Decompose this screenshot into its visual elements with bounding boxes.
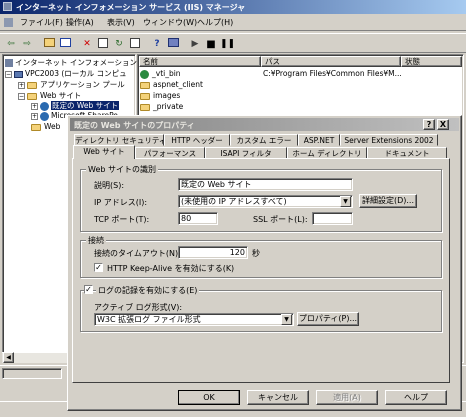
- stop-icon[interactable]: ■: [204, 38, 218, 51]
- tab-web-site[interactable]: Web サイト: [73, 145, 135, 159]
- dialog-help-button[interactable]: ?: [423, 119, 435, 130]
- ip-address-label: IP アドレス(I):: [94, 198, 148, 207]
- log-format-label: アクティブ ログ形式(V):: [94, 303, 183, 312]
- menu-view[interactable]: 表示(V): [107, 17, 135, 28]
- web-folder-icon: [140, 69, 149, 79]
- chevron-down-icon[interactable]: ▼: [281, 314, 292, 325]
- console-icon[interactable]: [166, 38, 180, 51]
- menu-action[interactable]: 操作(A): [66, 17, 94, 28]
- main-window-title: インターネット インフォメーション サービス (IIS) マネージャ: [16, 3, 246, 12]
- keepalive-label: HTTP Keep-Alive を有効にする(K): [107, 264, 235, 273]
- menu-window[interactable]: ウィンドウ(W): [143, 17, 197, 28]
- menu-icon[interactable]: [4, 18, 13, 27]
- enable-logging-label: ログの記録を有効にする(E): [96, 285, 200, 296]
- keepalive-checkbox[interactable]: ✓: [94, 263, 103, 272]
- tab-aspnet[interactable]: ASP.NET: [298, 134, 340, 146]
- ssl-port-label: SSL ポート(L):: [253, 215, 308, 224]
- timeout-unit: 秒: [252, 249, 260, 258]
- tree-computer[interactable]: − VPC2003 (ローカル コンピュ: [5, 68, 127, 79]
- properties-icon[interactable]: [96, 38, 110, 51]
- folder-icon: [31, 123, 41, 131]
- list-item-path: C:¥Program Files¥Common Files¥M...: [263, 69, 402, 78]
- list-header-status[interactable]: 状態: [401, 56, 462, 67]
- chevron-down-icon[interactable]: ▼: [340, 196, 351, 207]
- timeout-input[interactable]: 120: [178, 246, 248, 259]
- tab-custom-errors[interactable]: カスタム エラー: [230, 134, 298, 146]
- menu-file[interactable]: ファイル(F): [20, 17, 63, 28]
- log-format-select[interactable]: W3C 拡張ログ ファイル形式 ▼: [94, 313, 294, 326]
- description-label: 説明(S):: [94, 181, 125, 190]
- dialog-close-button[interactable]: X: [437, 119, 449, 130]
- list-item[interactable]: images: [140, 91, 180, 100]
- timeout-label: 接続のタイムアウト(N):: [94, 249, 181, 258]
- list-item[interactable]: _vti_bin: [140, 69, 181, 79]
- main-title-bar: インターネット インフォメーション サービス (IIS) マネージャ: [0, 0, 466, 14]
- list-item[interactable]: aspnet_client: [140, 80, 203, 89]
- ip-address-select[interactable]: (未使用の IP アドレスすべて) ▼: [178, 195, 353, 208]
- folder-icon: [140, 103, 150, 111]
- export-icon[interactable]: [128, 38, 142, 51]
- apply-button[interactable]: 適用(A): [316, 390, 378, 405]
- up-folder-icon[interactable]: [42, 38, 56, 51]
- globe-icon: [40, 111, 49, 121]
- play-icon[interactable]: ▶: [188, 38, 202, 51]
- collapse-icon[interactable]: −: [5, 70, 12, 78]
- expand-icon[interactable]: +: [18, 81, 25, 89]
- list-header-name[interactable]: 名前: [139, 56, 261, 67]
- globe-icon: [40, 101, 49, 111]
- back-arrow-icon[interactable]: ⇦: [4, 38, 18, 51]
- help-button[interactable]: ヘルプ: [385, 390, 447, 405]
- tcp-port-input[interactable]: 80: [178, 212, 218, 225]
- iis-root-icon: [5, 59, 13, 67]
- tab-server-extensions[interactable]: Server Extensions 2002: [340, 134, 438, 146]
- refresh-icon[interactable]: ↻: [112, 38, 126, 51]
- expand-icon[interactable]: +: [31, 102, 38, 110]
- status-cell: [2, 368, 62, 379]
- ssl-port-input[interactable]: [312, 212, 353, 225]
- show-tree-icon[interactable]: [58, 38, 72, 51]
- tree-default-site[interactable]: + 既定の Web サイト: [31, 100, 120, 111]
- folder-icon: [27, 81, 37, 89]
- description-input[interactable]: 既定の Web サイト: [178, 178, 353, 191]
- list-item[interactable]: _private: [140, 102, 183, 111]
- help-icon[interactable]: ?: [150, 38, 164, 51]
- tree-root[interactable]: インターネット インフォメーション サ: [5, 57, 147, 68]
- enable-logging-checkbox[interactable]: ✓: [84, 285, 93, 294]
- list-header-path[interactable]: パス: [261, 56, 401, 67]
- delete-icon[interactable]: ✕: [80, 38, 94, 51]
- tab-http-headers[interactable]: HTTP ヘッダー: [164, 134, 230, 146]
- ok-button[interactable]: OK: [178, 390, 240, 405]
- menu-help[interactable]: ヘルプ(H): [197, 17, 233, 28]
- advanced-button[interactable]: 詳細設定(D)...: [359, 194, 417, 208]
- pause-icon[interactable]: ❚❚: [220, 38, 235, 51]
- forward-arrow-icon[interactable]: ⇨: [20, 38, 34, 51]
- iis-app-icon: [3, 2, 12, 11]
- connections-group-title: 接続: [86, 235, 106, 246]
- tcp-port-label: TCP ポート(T):: [94, 215, 150, 224]
- folder-icon: [140, 81, 150, 89]
- log-properties-button[interactable]: プロパティ(P)...: [297, 312, 359, 326]
- scroll-left-button[interactable]: ◀: [3, 352, 14, 363]
- identification-group-title: Web サイトの識別: [86, 164, 158, 175]
- folder-icon: [27, 92, 37, 100]
- computer-icon: [14, 70, 23, 78]
- folder-icon: [140, 92, 150, 100]
- tree-web-ext[interactable]: Web: [31, 122, 60, 131]
- collapse-icon[interactable]: −: [18, 92, 25, 100]
- tree-app-pools[interactable]: + アプリケーション プール: [18, 79, 125, 90]
- dialog-title: 既定の Web サイトのプロパティ: [74, 121, 195, 130]
- dialog-title-bar: 既定の Web サイトのプロパティ: [70, 118, 459, 131]
- cancel-button[interactable]: キャンセル: [247, 390, 309, 405]
- expand-icon[interactable]: +: [31, 112, 38, 120]
